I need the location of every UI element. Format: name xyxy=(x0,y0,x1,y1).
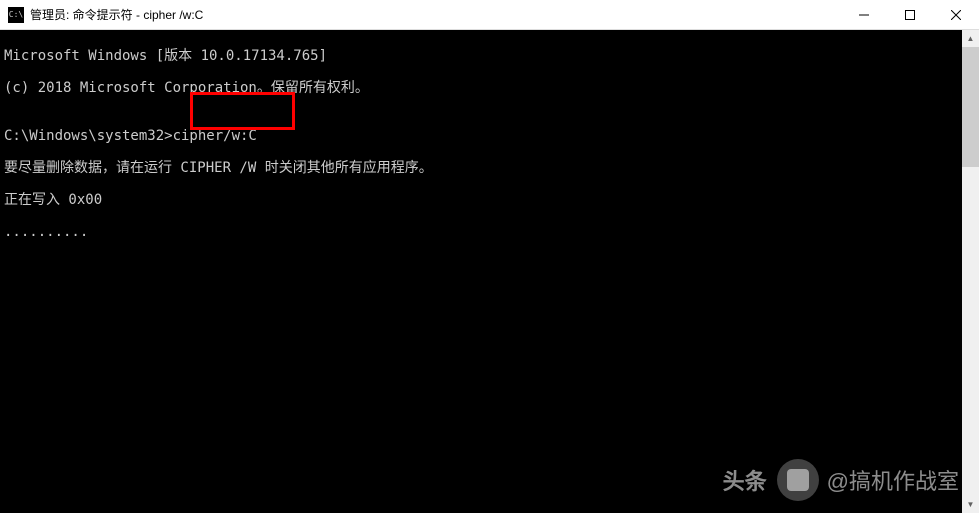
watermark-logo-icon xyxy=(777,459,819,501)
watermark-text-left: 头条 xyxy=(723,464,767,496)
terminal-output[interactable]: Microsoft Windows [版本 10.0.17134.765] (c… xyxy=(0,30,979,513)
window-controls xyxy=(841,0,979,29)
terminal-line: 要尽量删除数据，请在运行 CIPHER /W 时关闭其他所有应用程序。 xyxy=(4,160,975,176)
minimize-button[interactable] xyxy=(841,0,887,29)
maximize-button[interactable] xyxy=(887,0,933,29)
watermark: 头条 @搞机作战室 xyxy=(723,459,959,501)
command-text: cipher/w:C xyxy=(173,128,257,144)
window-title: 管理员: 命令提示符 - cipher /w:C xyxy=(30,6,841,23)
terminal-line: C:\Windows\system32>cipher/w:C xyxy=(4,128,975,144)
scroll-down-button[interactable]: ▼ xyxy=(962,496,979,513)
terminal-line: (c) 2018 Microsoft Corporation。保留所有权利。 xyxy=(4,80,975,96)
cmd-icon: C:\ xyxy=(8,7,24,23)
terminal-line: .......... xyxy=(4,224,975,240)
scrollbar-thumb[interactable] xyxy=(962,47,979,167)
scroll-up-button[interactable]: ▲ xyxy=(962,30,979,47)
prompt: C:\Windows\system32> xyxy=(4,128,173,144)
vertical-scrollbar[interactable]: ▲ ▼ xyxy=(962,30,979,513)
titlebar: C:\ 管理员: 命令提示符 - cipher /w:C xyxy=(0,0,979,30)
highlight-annotation xyxy=(190,92,295,130)
terminal-line: 正在写入 0x00 xyxy=(4,192,975,208)
terminal-line: Microsoft Windows [版本 10.0.17134.765] xyxy=(4,48,975,64)
watermark-text-right: @搞机作战室 xyxy=(827,464,959,496)
close-button[interactable] xyxy=(933,0,979,29)
